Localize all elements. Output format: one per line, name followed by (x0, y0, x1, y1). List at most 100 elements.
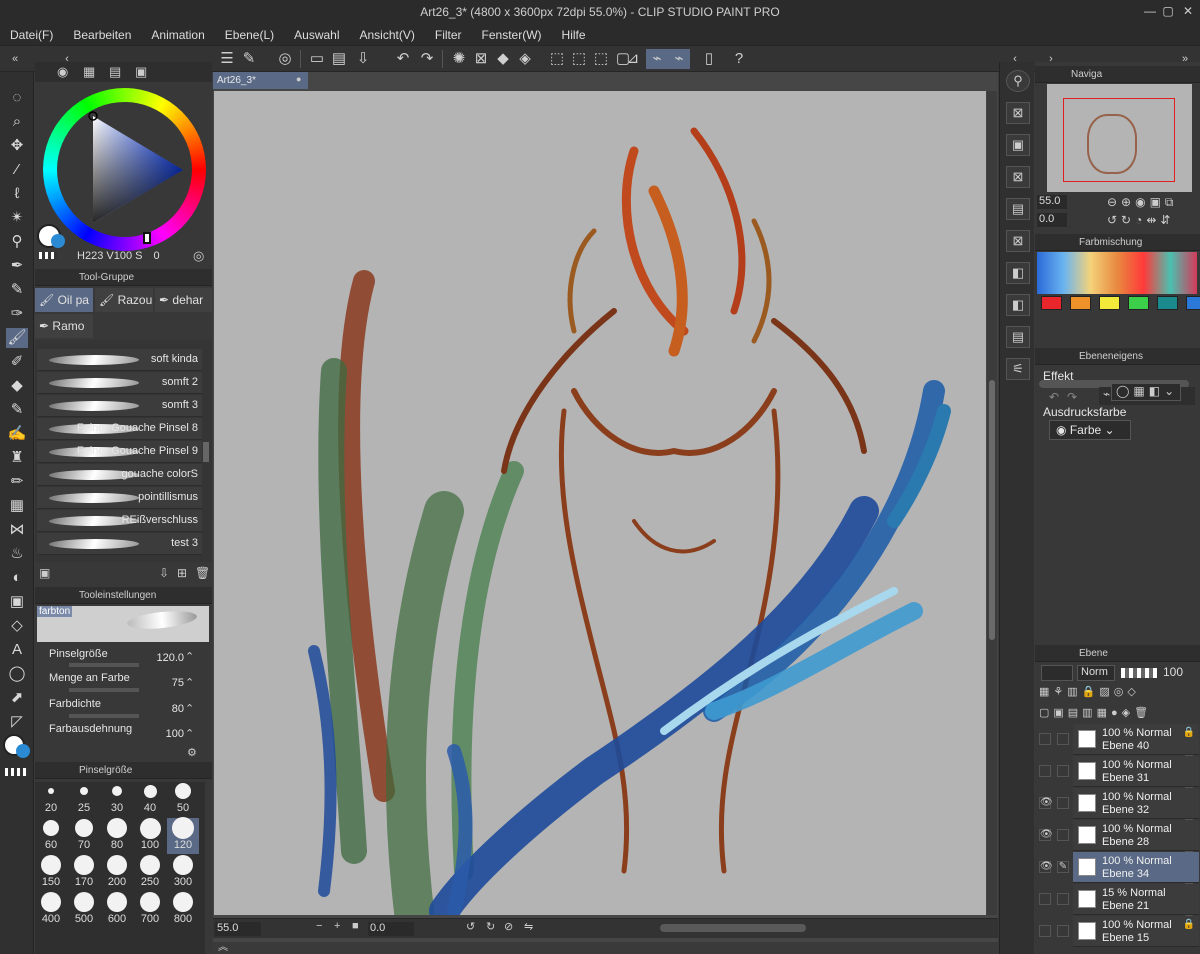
gradient-icon[interactable]: ▣ (6, 592, 28, 612)
menu-window[interactable]: Fenster(W) (472, 28, 552, 42)
color-wheel-tab-icon[interactable]: ◉ (57, 64, 68, 80)
brush-size-cell[interactable]: 170 (68, 855, 100, 891)
color-swatch[interactable] (1070, 296, 1091, 310)
brush-icon[interactable]: 🖌 (6, 328, 28, 348)
magnifier-tool-icon[interactable]: ⌕ (6, 112, 28, 132)
trash-icon[interactable]: 🗑 (195, 566, 210, 580)
navigator-zoom-controls[interactable]: ⊖⊕◉▣⧉ (1107, 195, 1178, 210)
brush-size-cell[interactable]: 80 (101, 818, 133, 854)
visibility-toggle[interactable] (1039, 925, 1051, 937)
layer-action-buttons[interactable]: ▢▣▤▥▦●◈🗑 (1039, 706, 1195, 720)
collapse-left-icon[interactable]: « (4, 49, 26, 69)
stabilizer-icon[interactable]: ⌁ (646, 49, 668, 69)
brush-size-cell[interactable]: 250 (134, 855, 166, 891)
color-swatch[interactable] (1128, 296, 1149, 310)
setting-slider[interactable] (69, 663, 139, 667)
loading-icon[interactable]: ✺ (448, 49, 470, 69)
layer-option-buttons[interactable]: ▦⚘▥🔒▨◎◇ (1039, 685, 1195, 699)
navigator-preview[interactable] (1047, 84, 1192, 192)
export-icon[interactable]: ⇩ (352, 49, 374, 69)
list-item[interactable]: somft 2 (37, 372, 202, 394)
menu-view[interactable]: Ansicht(V) (350, 28, 425, 42)
fill-bucket-icon[interactable]: ◆ (6, 376, 28, 396)
close-icon[interactable]: ✕ (1178, 4, 1198, 18)
eye-icon[interactable]: 👁 (1039, 861, 1053, 873)
stepper-icon[interactable]: ⌃ (185, 650, 194, 663)
lasso-select-icon[interactable]: ◌ (6, 88, 28, 108)
menu-animation[interactable]: Animation (141, 28, 214, 42)
minimize-icon[interactable]: — (1140, 4, 1160, 18)
zoom-out-icon[interactable]: − (316, 920, 322, 932)
layer-row[interactable]: 100 % Normal Ebene 34 (1073, 852, 1199, 883)
menu-help[interactable]: Hilfe (552, 28, 596, 42)
navigator-rotation[interactable]: 0.0 (1037, 213, 1067, 227)
visibility-toggle[interactable] (1039, 733, 1051, 745)
expression-color-select[interactable]: ◉ Farbe ⌄ (1049, 420, 1131, 440)
color-set-tab-icon[interactable]: ▦ (83, 64, 95, 80)
frame-icon[interactable]: ◸ (6, 712, 28, 732)
brush-settings-icon[interactable]: ▣ (39, 566, 50, 580)
brush-size-cell[interactable]: 150 (35, 855, 67, 891)
visibility-toggle[interactable] (1039, 893, 1051, 905)
brush-size-cell[interactable]: 200 (101, 855, 133, 891)
color-option-icon[interactable]: ◎ (193, 248, 204, 264)
edit-toggle[interactable] (1057, 829, 1069, 841)
sv-triangle[interactable] (57, 102, 192, 237)
transparent-chip[interactable] (39, 252, 57, 259)
text-tool-icon[interactable]: A (6, 640, 28, 660)
hue-marker[interactable] (143, 232, 151, 244)
stop-icon[interactable]: ■ (352, 920, 359, 932)
layer-row[interactable]: 100 % Normal Ebene 31 (1073, 756, 1199, 787)
tab-ramo[interactable]: ✒ Ramo (35, 314, 93, 338)
brush-size-cell[interactable]: 20 (35, 781, 67, 817)
color-slider-tab-icon[interactable]: ▤ (109, 64, 121, 80)
ruler-icon[interactable]: ⊿ (622, 49, 644, 69)
eye-icon[interactable]: 👁 (1039, 829, 1053, 841)
opacity-value[interactable]: 100 (1163, 665, 1183, 679)
deselect-icon[interactable]: ⬚ (568, 49, 590, 69)
marker-icon[interactable]: ✑ (6, 304, 28, 324)
edit-icon[interactable]: ✎ (238, 49, 260, 69)
brush-size-cell[interactable]: 40 (134, 781, 166, 817)
edit-toggle[interactable] (1057, 925, 1069, 937)
stamp-icon[interactable]: ♜ (6, 448, 28, 468)
brush-size-cell[interactable]: 800 (167, 892, 199, 928)
zoom-in-icon[interactable]: + (334, 920, 340, 932)
color-swatch[interactable] (1099, 296, 1120, 310)
color-swatch[interactable] (1157, 296, 1178, 310)
brush-size-cell[interactable]: 25 (68, 781, 100, 817)
zoom-field[interactable]: 55.0 (215, 922, 261, 936)
menu-filter[interactable]: Filter (425, 28, 472, 42)
visibility-toggle[interactable] (1039, 765, 1051, 777)
pen-pressure-icon[interactable]: ⌁ (668, 49, 690, 69)
balloon-icon[interactable]: ◯ (6, 664, 28, 684)
setting-slider[interactable] (69, 688, 139, 692)
color-mixing-palette[interactable] (1037, 252, 1197, 294)
download-icon[interactable]: ⇩ (159, 566, 169, 580)
move-tool-icon[interactable]: ✥ (6, 136, 28, 156)
airbrush-icon[interactable]: ✐ (6, 352, 28, 372)
expand-up-icon[interactable]: ︽ (218, 938, 228, 953)
tab-dehar[interactable]: ✒ dehar (155, 288, 212, 312)
color-swatch[interactable] (1041, 296, 1062, 310)
brush-size-cell[interactable]: 300 (167, 855, 199, 891)
clear-icon[interactable]: ⊠ (470, 49, 492, 69)
edit-toggle[interactable] (1057, 733, 1069, 745)
panel-close-icon[interactable]: ⊠ (1006, 166, 1030, 188)
spiral-icon[interactable]: ◎ (274, 49, 296, 69)
canvas[interactable] (214, 91, 986, 931)
flip-icon[interactable]: ⇋ (524, 920, 533, 933)
select-all-icon[interactable]: ⬚ (546, 49, 568, 69)
eye-icon[interactable]: 👁 (1039, 797, 1053, 809)
device-icon[interactable]: ▯ (698, 49, 720, 69)
new-file-icon[interactable]: ▭ (306, 49, 328, 69)
pencil-icon[interactable]: ✎ (6, 280, 28, 300)
edit-toggle[interactable] (1057, 893, 1069, 905)
layer-color-select[interactable] (1041, 665, 1073, 681)
layer-dock-icon[interactable]: ▤ (1006, 326, 1030, 348)
water-drops-icon[interactable]: ♨ (6, 544, 28, 564)
brush-size-cell[interactable]: 600 (101, 892, 133, 928)
decoration-icon[interactable]: ✎ (6, 400, 28, 420)
brush-size-cell[interactable]: 60 (35, 818, 67, 854)
color-wheel-sub-chip[interactable] (51, 234, 65, 248)
